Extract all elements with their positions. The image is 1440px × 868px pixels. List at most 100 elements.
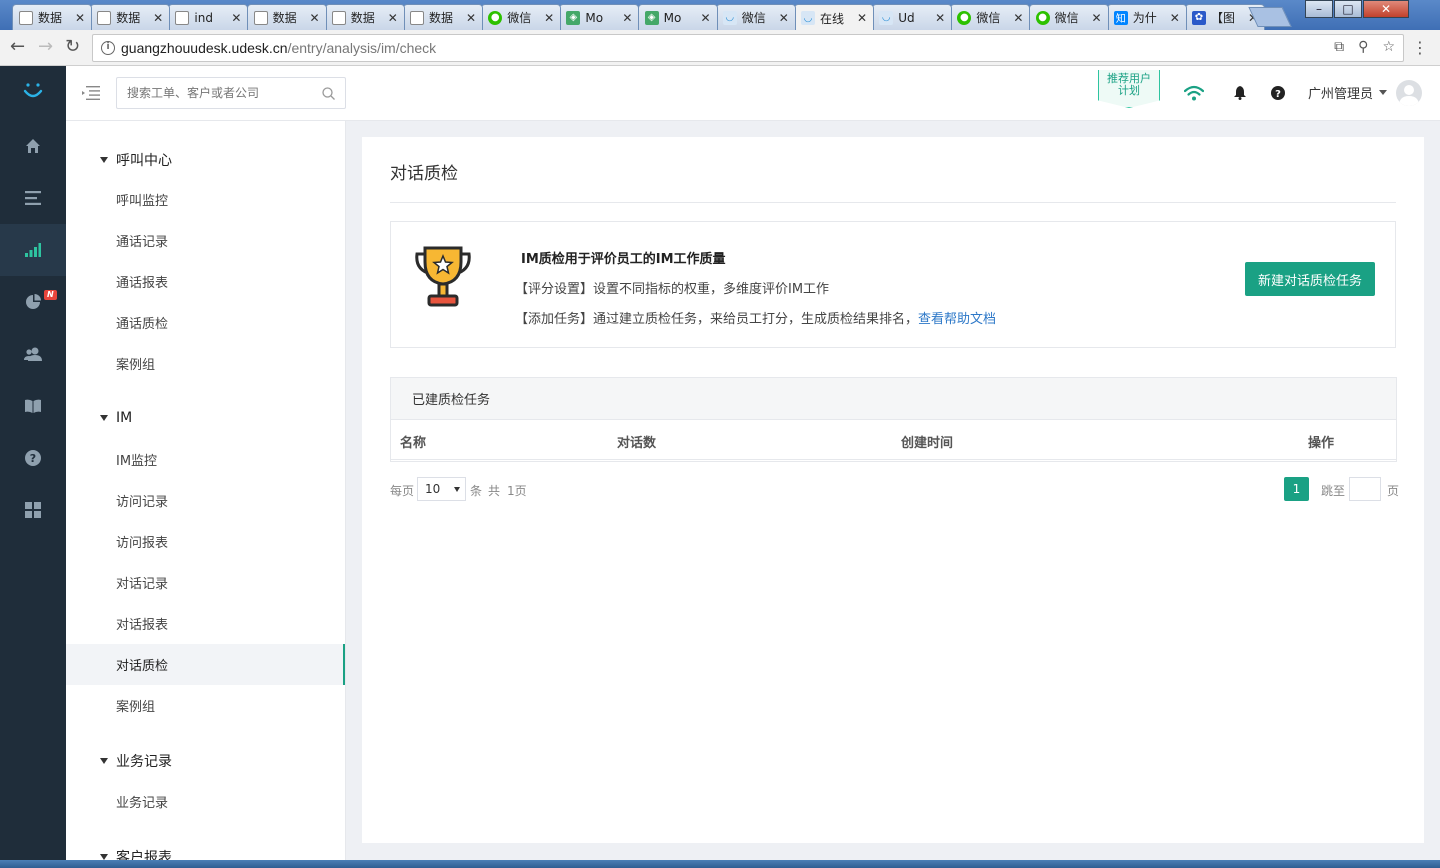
column-name: 名称 (400, 436, 427, 451)
zhihu-icon: 知 (1113, 10, 1128, 25)
sidebar-item-call-monitor[interactable]: 呼叫监控 (66, 179, 345, 220)
close-tab-icon[interactable]: ✕ (466, 11, 476, 25)
help-circle-icon[interactable]: ? (0, 432, 66, 484)
browser-tab[interactable]: ◡ Ud ✕ (872, 4, 953, 30)
jump-page-input[interactable] (1349, 477, 1381, 501)
close-tab-icon[interactable]: ✕ (1092, 11, 1102, 25)
sidebar-item-im-monitor[interactable]: IM监控 (66, 439, 345, 480)
doc-icon (19, 10, 33, 25)
doc-icon (410, 10, 424, 25)
sidebar-item-visit-reports[interactable]: 访问报表 (66, 521, 345, 562)
avatar[interactable] (1396, 80, 1422, 106)
close-tab-icon[interactable]: ✕ (857, 11, 867, 25)
global-search[interactable] (116, 77, 346, 109)
page-button-current[interactable]: 1 (1284, 477, 1309, 501)
tab-title: 在线 (820, 11, 845, 26)
blocked-popup-icon[interactable]: ⧉ (1334, 39, 1344, 55)
browser-tab[interactable]: ● 微信 ✕ (1028, 4, 1109, 30)
close-tab-icon[interactable]: ✕ (935, 11, 945, 25)
sidebar-item-chat-qa[interactable]: 对话质检 (66, 644, 345, 685)
new-qa-task-button[interactable]: 新建对话质检任务 (1245, 262, 1375, 296)
referral-program-badge[interactable]: 推荐用户 计划 (1098, 70, 1160, 108)
group-im[interactable]: IM (100, 410, 132, 426)
home-icon[interactable] (0, 120, 66, 172)
pin-extension-icon[interactable]: ⚲ (1358, 39, 1368, 55)
app-top-bar: 推荐用户 计划 ? 广州管理员 (66, 66, 1440, 121)
browser-tab[interactable]: 数据 ✕ (403, 4, 483, 30)
close-tab-icon[interactable]: ✕ (1170, 11, 1180, 25)
per-page-label: 每页 (390, 484, 415, 498)
close-tab-icon[interactable]: ✕ (544, 11, 554, 25)
user-menu[interactable]: 广州管理员 (1308, 83, 1388, 102)
bell-icon[interactable] (1230, 83, 1250, 103)
url-field[interactable]: i guangzhouudesk.udesk.cn/entry/analysis… (92, 34, 1404, 62)
table-title: 已建质检任务 (391, 378, 1396, 420)
sidebar-item-label: 对话质检 (116, 659, 169, 674)
user-name: 广州管理员 (1308, 87, 1374, 102)
tab-title: 数据 (272, 11, 297, 25)
users-icon[interactable] (0, 328, 66, 380)
sidebar-item-chat-reports[interactable]: 对话报表 (66, 603, 345, 644)
minimize-button[interactable]: – (1305, 0, 1333, 18)
sidebar-item-im-case-group[interactable]: 案例组 (66, 685, 345, 726)
sidebar-item-chat-records[interactable]: 对话记录 (66, 562, 345, 603)
search-input[interactable] (127, 86, 307, 100)
help-icon[interactable]: ? (1268, 83, 1288, 103)
per-page-select[interactable]: 10 (417, 477, 466, 501)
close-tab-icon[interactable]: ✕ (388, 11, 398, 25)
maximize-button[interactable]: □ (1334, 0, 1362, 18)
tab-title: 【图 (1211, 11, 1236, 25)
book-icon[interactable] (0, 380, 66, 432)
svg-text:?: ? (1275, 89, 1281, 100)
bookmark-star-icon[interactable]: ☆ (1382, 39, 1395, 55)
group-call-center[interactable]: 呼叫中心 (100, 150, 172, 170)
sidebar-item-label: IM监控 (116, 454, 158, 469)
browser-tab[interactable]: 数据 ✕ (12, 4, 92, 30)
browser-tab[interactable]: ◈ Mo ✕ (559, 4, 640, 30)
close-tab-icon[interactable]: ✕ (1013, 11, 1023, 25)
pie-chart-icon[interactable]: N (0, 276, 66, 328)
help-doc-link[interactable]: 查看帮助文档 (918, 312, 996, 327)
browser-tab[interactable]: 数据 ✕ (246, 4, 327, 30)
close-window-button[interactable]: ✕ (1363, 0, 1409, 18)
list-icon[interactable] (0, 172, 66, 224)
sidebar-item-call-records[interactable]: 通话记录 (66, 220, 345, 261)
close-tab-icon[interactable]: ✕ (231, 11, 241, 25)
wifi-status-icon[interactable] (1184, 83, 1204, 103)
sidebar-item-visit-records[interactable]: 访问记录 (66, 480, 345, 521)
sidebar-item-label: 对话记录 (116, 577, 169, 592)
group-customer-reports[interactable]: 客户报表 (100, 847, 172, 860)
browser-menu-icon[interactable]: ⋮ (1412, 38, 1428, 57)
apps-grid-icon[interactable] (0, 484, 66, 536)
close-tab-icon[interactable]: ✕ (622, 11, 632, 25)
per-page-value: 10 (425, 482, 441, 496)
collapse-menu-icon[interactable] (82, 86, 100, 100)
browser-tab[interactable]: ◡ 在线 ✕ (794, 4, 874, 31)
sidebar-item-call-qa[interactable]: 通话质检 (66, 302, 345, 343)
sidebar-item-business-records[interactable]: 业务记录 (66, 781, 345, 822)
browser-tab[interactable]: ◡ 微信 ✕ (715, 4, 796, 30)
close-tab-icon[interactable]: ✕ (75, 11, 85, 25)
caret-down-icon (100, 157, 108, 163)
analysis-chart-icon[interactable] (0, 224, 66, 276)
search-icon[interactable] (322, 86, 335, 100)
sidebar-item-call-case-group[interactable]: 案例组 (66, 343, 345, 384)
forward-icon[interactable]: → (38, 38, 53, 56)
close-tab-icon[interactable]: ✕ (310, 11, 320, 25)
close-tab-icon[interactable]: ✕ (779, 11, 789, 25)
reload-icon[interactable]: ↻ (65, 38, 80, 56)
site-info-icon[interactable]: i (101, 41, 115, 55)
doc-icon (253, 10, 268, 25)
browser-tab[interactable]: ● 微信 ✕ (481, 4, 562, 30)
back-icon[interactable]: ← (10, 38, 25, 56)
browser-tab[interactable]: 知为什 ✕ (1106, 4, 1187, 30)
sidebar-item-call-reports[interactable]: 通话报表 (66, 261, 345, 302)
browser-tab[interactable]: 数据 ✕ (324, 4, 405, 30)
group-business-records[interactable]: 业务记录 (100, 751, 172, 771)
browser-tab[interactable]: 数据 ✕ (90, 4, 171, 30)
browser-tab[interactable]: ● 微信 ✕ (950, 4, 1031, 30)
browser-tab[interactable]: ind ✕ (168, 4, 249, 30)
close-tab-icon[interactable]: ✕ (701, 11, 711, 25)
browser-tab[interactable]: ◈ Mo ✕ (637, 4, 718, 30)
close-tab-icon[interactable]: ✕ (153, 11, 163, 25)
